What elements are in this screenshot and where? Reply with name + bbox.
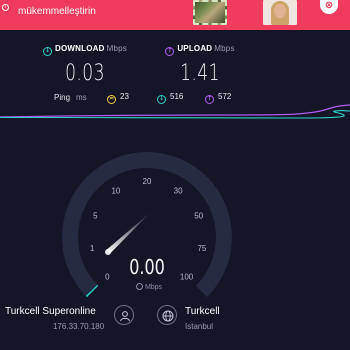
speed-history-graph (0, 104, 350, 119)
ping-download-value: 516 (170, 92, 184, 101)
globe-icon (162, 310, 174, 322)
download-unit: Mbps (106, 44, 127, 53)
upload-metric: ↑ UPLOAD Mbps 1.41 (145, 44, 255, 86)
user-icon (120, 311, 130, 322)
gauge-tick-label: 0 (105, 273, 110, 282)
isp-name: Turkcell Superonline (5, 306, 96, 317)
speed-unit-label: Mbps (144, 284, 163, 291)
change-provider-button[interactable] (114, 305, 134, 325)
upload-label-row: ↑ UPLOAD Mbps (145, 44, 255, 56)
gauge-tick-label: 50 (194, 212, 203, 221)
download-metric: ↓ DOWNLOAD Mbps 0.03 (30, 44, 140, 86)
ping-label: Ping (54, 93, 71, 102)
ad-text[interactable]: mükemmelleştirin (18, 6, 96, 17)
ad-close-icon[interactable]: ⊗ (320, 0, 338, 14)
ad-image-landscape[interactable] (193, 0, 227, 25)
server-host-name[interactable]: Turkcell (185, 306, 220, 317)
ad-banner[interactable]: i mükemmelleştirin ⊗ (0, 0, 350, 30)
ad-portrait-face (274, 4, 286, 18)
upload-unit: Mbps (214, 44, 235, 53)
upload-value: 1.41 (180, 61, 220, 86)
upload-history-line (0, 104, 350, 118)
arrow-up-circle-icon: ↑ (165, 47, 175, 56)
gauge-tick-label: 10 (111, 186, 120, 195)
isp-ip: 176.33.70.180 (53, 322, 105, 331)
download-label: DOWNLOAD (55, 44, 105, 53)
gauge-tick-label: 100 (180, 273, 194, 282)
ad-image-portrait[interactable] (263, 0, 297, 25)
speed-unit: Mbps (129, 283, 169, 291)
gauge-tick-label: 5 (93, 212, 98, 221)
gauge-tick-label: 20 (143, 177, 152, 186)
ping-idle-value: 23 (120, 92, 129, 101)
ping-unit: ms (76, 93, 87, 102)
gauge-tick-label: 75 (197, 244, 206, 253)
gauge-needle (106, 212, 151, 254)
change-server-button[interactable] (157, 305, 177, 325)
speed-readout: 0.00 (129, 255, 165, 279)
ad-info-icon[interactable]: i (2, 4, 9, 11)
server-location[interactable]: Istanbul (185, 322, 213, 331)
gauge-tick-label: 30 (174, 186, 183, 195)
speed-unit-icon (135, 283, 143, 290)
speed-gauge: 0 1 5 10 20 30 50 75 100 (62, 152, 232, 298)
download-label-row: ↓ DOWNLOAD Mbps (30, 44, 140, 56)
download-value: 0.03 (65, 61, 105, 86)
arrow-down-circle-icon: ↓ (43, 47, 53, 56)
gauge-hub (105, 249, 111, 255)
ping-upload-value: 572 (218, 92, 232, 101)
gauge-tick-label: 1 (90, 244, 95, 253)
upload-label: UPLOAD (177, 44, 213, 53)
gauge-progress (85, 284, 99, 298)
